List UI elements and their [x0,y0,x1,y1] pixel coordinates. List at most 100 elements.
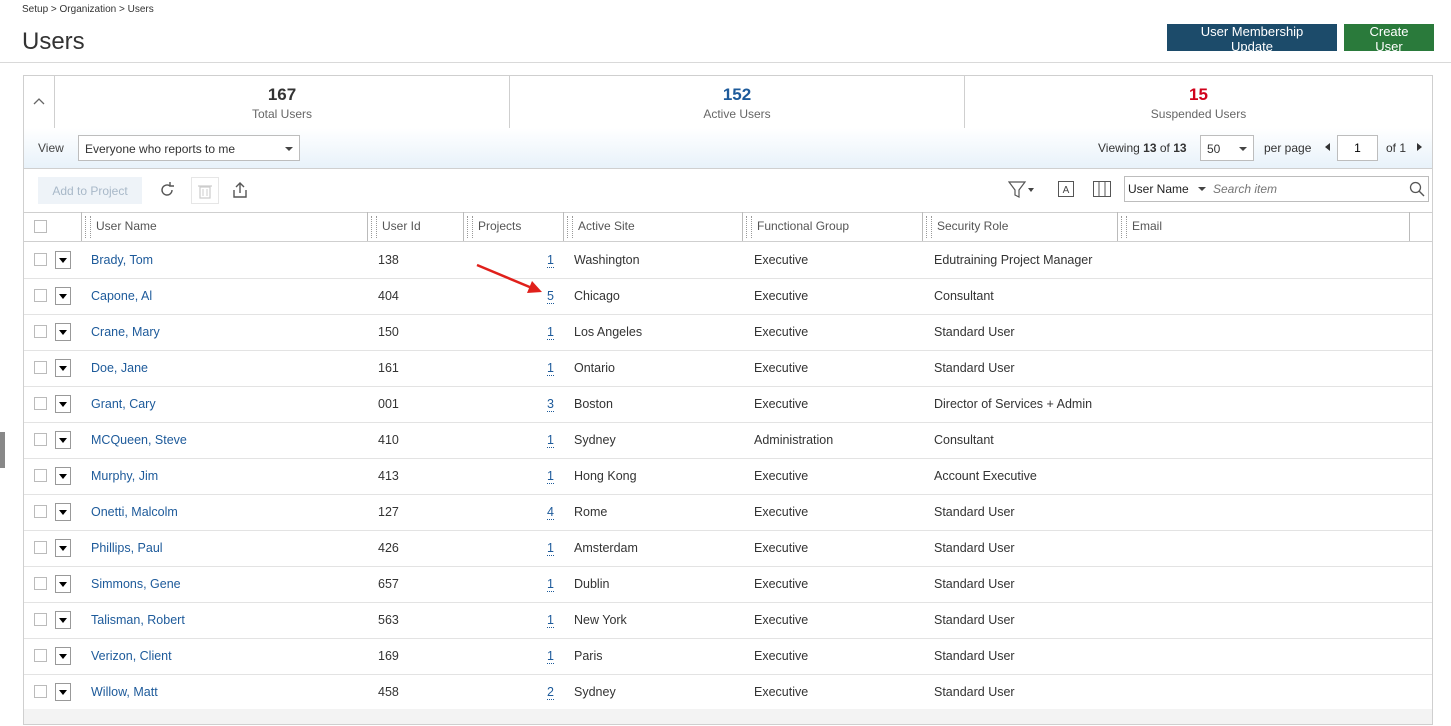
export-icon[interactable] [231,181,249,199]
create-user-button[interactable]: Create User [1344,24,1434,54]
row-checkbox[interactable] [34,289,47,302]
drag-handle-icon[interactable] [467,216,473,238]
user-name-link[interactable]: Doe, Jane [91,361,148,375]
row-menu-button[interactable] [55,431,71,449]
table-row[interactable]: Talisman, Robert 563 1 New York Executive Sta… [24,602,1432,639]
projects-count-link[interactable]: 1 [547,541,554,556]
projects-count-link[interactable]: 5 [547,289,554,304]
search-field-select[interactable]: User Name [1128,182,1206,196]
stat-suspended-users[interactable]: 15 Suspended Users [965,76,1432,128]
user-name-link[interactable]: Brady, Tom [91,253,153,267]
projects-count-link[interactable]: 1 [547,469,554,484]
row-menu-button[interactable] [55,611,71,629]
projects-count-link[interactable]: 1 [547,361,554,376]
projects-count-link[interactable]: 2 [547,685,554,700]
row-checkbox[interactable] [34,397,47,410]
stat-active-users[interactable]: 152 Active Users [510,76,965,128]
columns-icon[interactable] [1093,181,1111,197]
filter-icon[interactable] [1008,181,1034,199]
user-membership-update-button[interactable]: User Membership Update [1167,24,1337,54]
scrollbar-horizontal[interactable] [24,709,1432,724]
search-icon[interactable] [1409,181,1425,197]
add-to-project-button[interactable]: Add to Project [38,177,142,204]
user-name-link[interactable]: Willow, Matt [91,685,158,699]
table-row[interactable]: Capone, Al 404 5 Chicago Executive Consultant [24,278,1432,315]
row-checkbox[interactable] [34,649,47,662]
user-name-link[interactable]: Verizon, Client [91,649,172,663]
row-menu-button[interactable] [55,575,71,593]
user-name-link[interactable]: Talisman, Robert [91,613,185,627]
table-row[interactable]: Phillips, Paul 426 1 Amsterdam Executive Stan… [24,530,1432,567]
column-header-user-id[interactable]: User Id [371,212,461,241]
table-row[interactable]: MCQueen, Steve 410 1 Sydney Administration Co… [24,422,1432,459]
column-header-functional-group[interactable]: Functional Group [746,212,920,241]
page-number-input[interactable] [1337,135,1378,161]
drag-handle-icon[interactable] [85,216,91,238]
projects-count-link[interactable]: 1 [547,577,554,592]
table-row[interactable]: Willow, Matt 458 2 Sydney Executive Standard … [24,674,1432,711]
per-page-select[interactable]: 50 [1200,135,1254,161]
projects-count-link[interactable]: 1 [547,253,554,268]
collapse-button[interactable] [24,76,55,128]
projects-count-link[interactable]: 3 [547,397,554,412]
prev-page-icon[interactable] [1325,143,1330,151]
user-name-link[interactable]: Phillips, Paul [91,541,163,555]
table-row[interactable]: Simmons, Gene 657 1 Dublin Executive Standard… [24,566,1432,603]
row-checkbox[interactable] [34,469,47,482]
user-name-link[interactable]: Capone, Al [91,289,152,303]
search-input[interactable] [1211,180,1395,198]
row-menu-button[interactable] [55,503,71,521]
row-menu-button[interactable] [55,359,71,377]
projects-count-link[interactable]: 4 [547,505,554,520]
row-menu-button[interactable] [55,683,71,701]
drag-handle-icon[interactable] [567,216,573,238]
row-menu-button[interactable] [55,287,71,305]
delete-button[interactable] [191,177,219,204]
column-header-active-site[interactable]: Active Site [567,212,741,241]
table-row[interactable]: Crane, Mary 150 1 Los Angeles Executive Stand… [24,314,1432,351]
select-all-checkbox[interactable] [34,220,47,233]
row-checkbox[interactable] [34,685,47,698]
projects-count-link[interactable]: 1 [547,649,554,664]
view-select[interactable]: Everyone who reports to me [78,135,300,161]
breadcrumb[interactable]: Setup > Organization > Users [22,4,154,15]
column-header-security-role[interactable]: Security Role [926,212,1116,241]
table-row[interactable]: Onetti, Malcolm 127 4 Rome Executive Standard… [24,494,1432,531]
drag-handle-icon[interactable] [926,216,932,238]
table-row[interactable]: Murphy, Jim 413 1 Hong Kong Executive Account… [24,458,1432,495]
row-menu-button[interactable] [55,539,71,557]
next-page-icon[interactable] [1417,143,1422,151]
user-name-link[interactable]: Onetti, Malcolm [91,505,178,519]
drag-handle-icon[interactable] [746,216,752,238]
row-checkbox[interactable] [34,253,47,266]
row-menu-button[interactable] [55,251,71,269]
table-row[interactable]: Verizon, Client 169 1 Paris Executive Standar… [24,638,1432,675]
row-menu-button[interactable] [55,647,71,665]
table-row[interactable]: Doe, Jane 161 1 Ontario Executive Standard Us… [24,350,1432,387]
column-header-email[interactable]: Email [1121,212,1409,241]
user-name-link[interactable]: Crane, Mary [91,325,160,339]
projects-count-link[interactable]: 1 [547,433,554,448]
text-size-icon[interactable]: A [1058,181,1074,197]
row-checkbox[interactable] [34,433,47,446]
row-menu-button[interactable] [55,395,71,413]
user-name-link[interactable]: Grant, Cary [91,397,156,411]
stat-total-users[interactable]: 167 Total Users [55,76,510,128]
row-checkbox[interactable] [34,577,47,590]
row-menu-button[interactable] [55,323,71,341]
projects-count-link[interactable]: 1 [547,613,554,628]
side-drawer-handle[interactable] [0,432,5,468]
projects-count-link[interactable]: 1 [547,325,554,340]
row-menu-button[interactable] [55,467,71,485]
row-checkbox[interactable] [34,613,47,626]
refresh-icon[interactable] [158,181,176,199]
row-checkbox[interactable] [34,505,47,518]
drag-handle-icon[interactable] [371,216,377,238]
user-name-link[interactable]: Simmons, Gene [91,577,181,591]
column-header-projects[interactable]: Projects [467,212,563,241]
drag-handle-icon[interactable] [1121,216,1127,238]
row-checkbox[interactable] [34,541,47,554]
column-header-user-name[interactable]: User Name [85,212,367,241]
user-name-link[interactable]: Murphy, Jim [91,469,158,483]
row-checkbox[interactable] [34,361,47,374]
